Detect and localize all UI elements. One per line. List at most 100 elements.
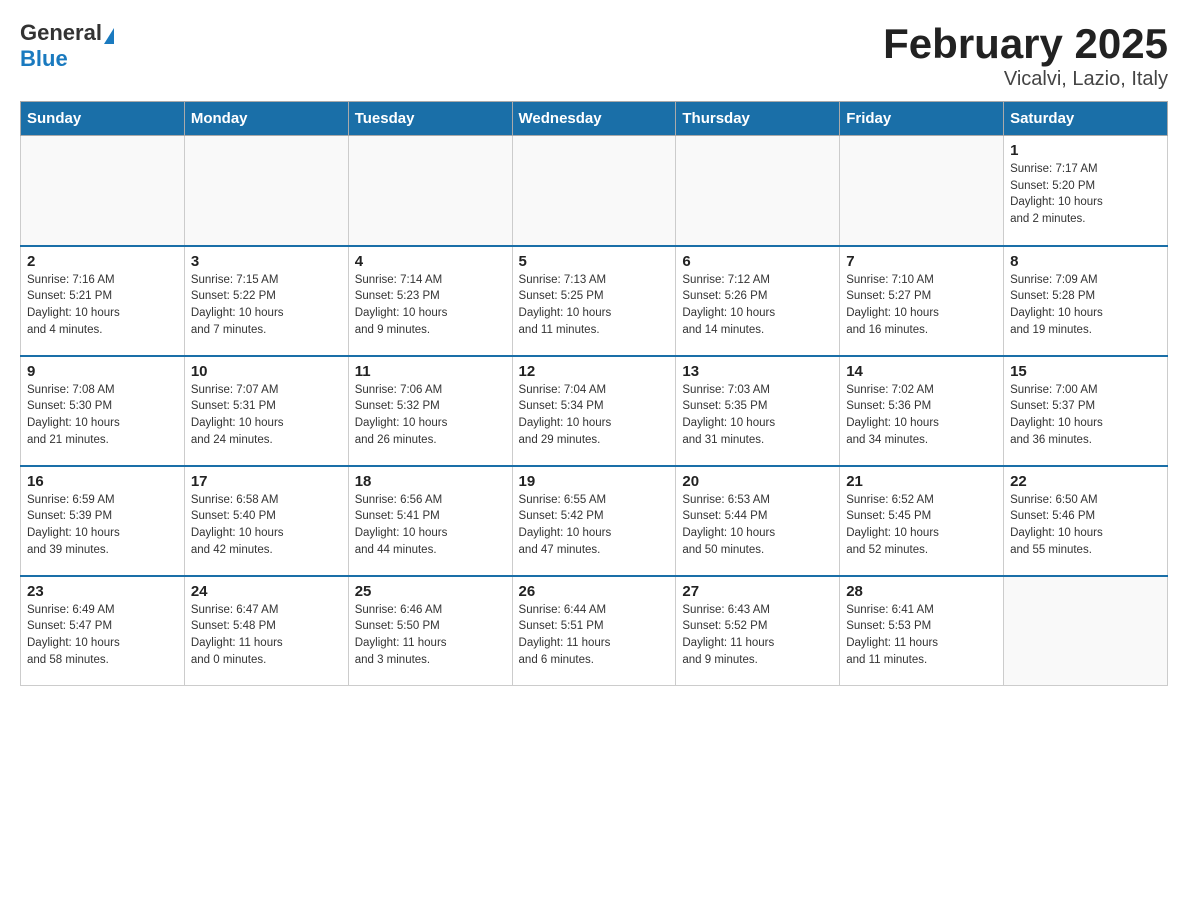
calendar-day-cell: 9 Sunrise: 7:08 AM Sunset: 5:30 PM Daylig… (21, 356, 185, 466)
day-of-week-header: Tuesday (348, 102, 512, 136)
calendar-day-cell: 4 Sunrise: 7:14 AM Sunset: 5:23 PM Daylig… (348, 246, 512, 356)
day-info: Sunrise: 6:52 AM Sunset: 5:45 PM Dayligh… (846, 492, 997, 559)
day-info: Sunrise: 7:17 AM Sunset: 5:20 PM Dayligh… (1010, 161, 1161, 228)
logo-general-text: General (20, 20, 102, 45)
day-info: Sunrise: 6:44 AM Sunset: 5:51 PM Dayligh… (519, 602, 670, 669)
calendar-day-cell: 2 Sunrise: 7:16 AM Sunset: 5:21 PM Daylig… (21, 246, 185, 356)
calendar-day-cell: 10Sunrise: 7:07 AM Sunset: 5:31 PM Dayli… (184, 356, 348, 466)
day-info: Sunrise: 7:04 AM Sunset: 5:34 PM Dayligh… (519, 382, 670, 449)
day-info: Sunrise: 6:55 AM Sunset: 5:42 PM Dayligh… (519, 492, 670, 559)
logo-top-line: General (20, 20, 114, 46)
day-number: 13 (682, 363, 833, 380)
calendar-day-cell: 22 Sunrise: 6:50 AM Sunset: 5:46 PM Dayli… (1004, 466, 1168, 576)
calendar-day-cell (840, 136, 1004, 246)
day-number: 3 (191, 253, 342, 270)
day-info: Sunrise: 7:12 AM Sunset: 5:26 PM Dayligh… (682, 272, 833, 339)
calendar-day-cell: 24 Sunrise: 6:47 AM Sunset: 5:48 PM Dayli… (184, 576, 348, 686)
day-info: Sunrise: 6:47 AM Sunset: 5:48 PM Dayligh… (191, 602, 342, 669)
calendar-day-cell (1004, 576, 1168, 686)
logo-triangle-icon (104, 28, 114, 44)
calendar-day-cell: 17 Sunrise: 6:58 AM Sunset: 5:40 PM Dayli… (184, 466, 348, 576)
day-info: Sunrise: 7:13 AM Sunset: 5:25 PM Dayligh… (519, 272, 670, 339)
day-info: Sunrise: 7:16 AM Sunset: 5:21 PM Dayligh… (27, 272, 178, 339)
calendar-day-cell: 25 Sunrise: 6:46 AM Sunset: 5:50 PM Dayli… (348, 576, 512, 686)
calendar-day-cell: 20Sunrise: 6:53 AM Sunset: 5:44 PM Dayli… (676, 466, 840, 576)
day-info: Sunrise: 6:56 AM Sunset: 5:41 PM Dayligh… (355, 492, 506, 559)
day-number: 2 (27, 253, 178, 270)
day-number: 4 (355, 253, 506, 270)
calendar-table: SundayMondayTuesdayWednesdayThursdayFrid… (20, 101, 1168, 686)
day-number: 15 (1010, 363, 1161, 380)
day-number: 27 (682, 583, 833, 600)
day-info: Sunrise: 7:08 AM Sunset: 5:30 PM Dayligh… (27, 382, 178, 449)
calendar-day-cell: 5 Sunrise: 7:13 AM Sunset: 5:25 PM Daylig… (512, 246, 676, 356)
logo-bottom-line: Blue (20, 46, 68, 72)
calendar-day-cell: 13 Sunrise: 7:03 AM Sunset: 5:35 PM Dayli… (676, 356, 840, 466)
day-info: Sunrise: 7:14 AM Sunset: 5:23 PM Dayligh… (355, 272, 506, 339)
day-number: 22 (1010, 473, 1161, 490)
calendar-day-cell: 16 Sunrise: 6:59 AM Sunset: 5:39 PM Dayli… (21, 466, 185, 576)
calendar-day-cell (184, 136, 348, 246)
day-of-week-header: Monday (184, 102, 348, 136)
calendar-day-cell: 26 Sunrise: 6:44 AM Sunset: 5:51 PM Dayli… (512, 576, 676, 686)
calendar-day-cell: 6 Sunrise: 7:12 AM Sunset: 5:26 PM Daylig… (676, 246, 840, 356)
calendar-week-row: 23Sunrise: 6:49 AM Sunset: 5:47 PM Dayli… (21, 576, 1168, 686)
calendar-week-row: 1 Sunrise: 7:17 AM Sunset: 5:20 PM Daylig… (21, 136, 1168, 246)
day-number: 12 (519, 363, 670, 380)
calendar-day-cell: 23Sunrise: 6:49 AM Sunset: 5:47 PM Dayli… (21, 576, 185, 686)
calendar-day-cell (348, 136, 512, 246)
day-of-week-header: Thursday (676, 102, 840, 136)
calendar-day-cell: 15Sunrise: 7:00 AM Sunset: 5:37 PM Dayli… (1004, 356, 1168, 466)
day-number: 11 (355, 363, 506, 380)
calendar-day-cell (512, 136, 676, 246)
day-number: 14 (846, 363, 997, 380)
logo-blue-text: Blue (20, 46, 68, 71)
page-header: General Blue February 2025 Vicalvi, Lazi… (20, 20, 1168, 91)
day-info: Sunrise: 6:58 AM Sunset: 5:40 PM Dayligh… (191, 492, 342, 559)
day-info: Sunrise: 6:43 AM Sunset: 5:52 PM Dayligh… (682, 602, 833, 669)
day-number: 5 (519, 253, 670, 270)
day-info: Sunrise: 7:03 AM Sunset: 5:35 PM Dayligh… (682, 382, 833, 449)
day-number: 17 (191, 473, 342, 490)
day-info: Sunrise: 6:41 AM Sunset: 5:53 PM Dayligh… (846, 602, 997, 669)
day-number: 18 (355, 473, 506, 490)
day-of-week-header: Friday (840, 102, 1004, 136)
calendar-day-cell: 8 Sunrise: 7:09 AM Sunset: 5:28 PM Daylig… (1004, 246, 1168, 356)
calendar-day-cell: 7 Sunrise: 7:10 AM Sunset: 5:27 PM Daylig… (840, 246, 1004, 356)
day-info: Sunrise: 7:02 AM Sunset: 5:36 PM Dayligh… (846, 382, 997, 449)
day-number: 16 (27, 473, 178, 490)
calendar-body: 1 Sunrise: 7:17 AM Sunset: 5:20 PM Daylig… (21, 136, 1168, 686)
day-info: Sunrise: 6:49 AM Sunset: 5:47 PM Dayligh… (27, 602, 178, 669)
calendar-header: SundayMondayTuesdayWednesdayThursdayFrid… (21, 102, 1168, 136)
calendar-day-cell: 28Sunrise: 6:41 AM Sunset: 5:53 PM Dayli… (840, 576, 1004, 686)
day-number: 25 (355, 583, 506, 600)
day-info: Sunrise: 7:15 AM Sunset: 5:22 PM Dayligh… (191, 272, 342, 339)
day-number: 8 (1010, 253, 1161, 270)
day-info: Sunrise: 7:06 AM Sunset: 5:32 PM Dayligh… (355, 382, 506, 449)
day-number: 9 (27, 363, 178, 380)
calendar-day-cell: 27 Sunrise: 6:43 AM Sunset: 5:52 PM Dayli… (676, 576, 840, 686)
calendar-day-cell: 11 Sunrise: 7:06 AM Sunset: 5:32 PM Dayli… (348, 356, 512, 466)
day-number: 7 (846, 253, 997, 270)
day-info: Sunrise: 6:59 AM Sunset: 5:39 PM Dayligh… (27, 492, 178, 559)
day-number: 24 (191, 583, 342, 600)
days-of-week-row: SundayMondayTuesdayWednesdayThursdayFrid… (21, 102, 1168, 136)
calendar-subtitle: Vicalvi, Lazio, Italy (883, 68, 1168, 91)
day-number: 6 (682, 253, 833, 270)
day-number: 19 (519, 473, 670, 490)
calendar-week-row: 9 Sunrise: 7:08 AM Sunset: 5:30 PM Daylig… (21, 356, 1168, 466)
calendar-day-cell: 14 Sunrise: 7:02 AM Sunset: 5:36 PM Dayli… (840, 356, 1004, 466)
day-of-week-header: Wednesday (512, 102, 676, 136)
day-info: Sunrise: 6:50 AM Sunset: 5:46 PM Dayligh… (1010, 492, 1161, 559)
day-info: Sunrise: 6:46 AM Sunset: 5:50 PM Dayligh… (355, 602, 506, 669)
day-info: Sunrise: 6:53 AM Sunset: 5:44 PM Dayligh… (682, 492, 833, 559)
day-info: Sunrise: 7:10 AM Sunset: 5:27 PM Dayligh… (846, 272, 997, 339)
calendar-week-row: 2 Sunrise: 7:16 AM Sunset: 5:21 PM Daylig… (21, 246, 1168, 356)
day-number: 21 (846, 473, 997, 490)
day-number: 1 (1010, 142, 1161, 159)
calendar-day-cell: 12 Sunrise: 7:04 AM Sunset: 5:34 PM Dayli… (512, 356, 676, 466)
day-info: Sunrise: 7:09 AM Sunset: 5:28 PM Dayligh… (1010, 272, 1161, 339)
calendar-day-cell: 19 Sunrise: 6:55 AM Sunset: 5:42 PM Dayli… (512, 466, 676, 576)
day-number: 26 (519, 583, 670, 600)
day-of-week-header: Sunday (21, 102, 185, 136)
